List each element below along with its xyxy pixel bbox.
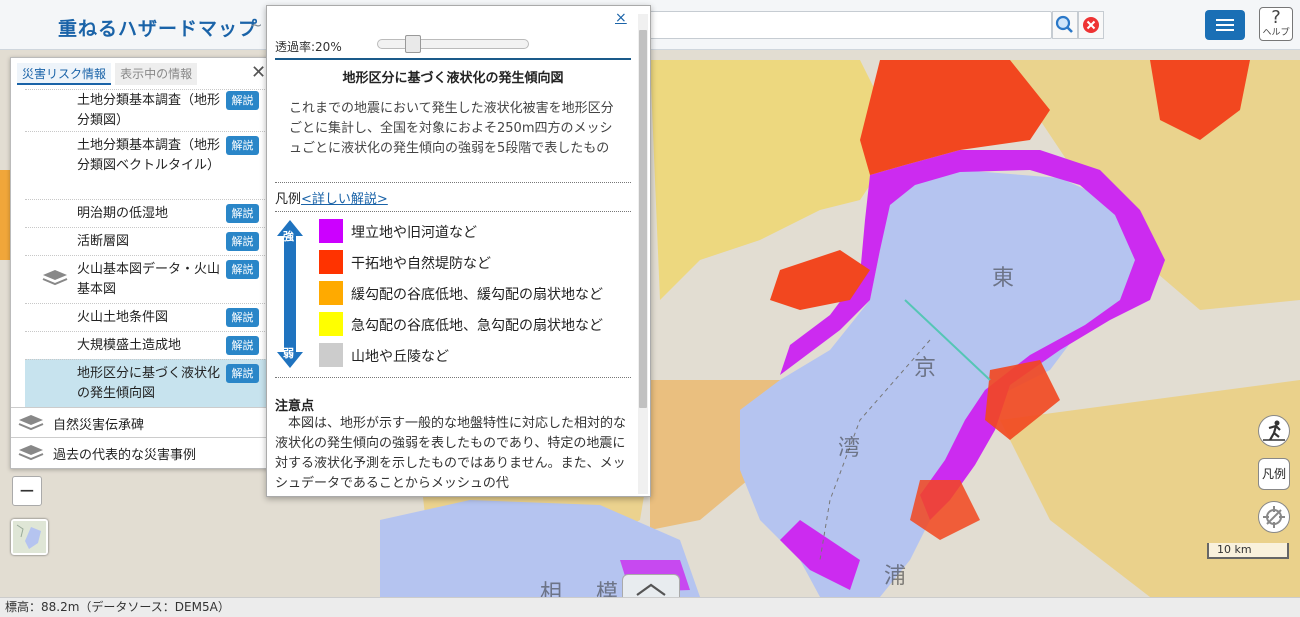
close-icon <box>1083 17 1099 33</box>
layer-label: 明治期の低湿地 <box>77 206 169 221</box>
map-thumbnail-icon <box>13 521 46 553</box>
popup-scrollbar[interactable] <box>638 14 648 494</box>
layer-label: 土地分類基本調査（地形分類図ベクトルタイル） <box>77 138 221 173</box>
layer-item-selected[interactable]: 地形区分に基づく液状化の発生傾向図 解説 <box>25 359 267 407</box>
map-label-bay: 湾 <box>838 436 861 461</box>
opacity-slider[interactable] <box>377 35 529 53</box>
legend-label: 凡例 <box>275 192 302 207</box>
arrow-label-strong: 強 <box>283 230 294 243</box>
explain-button[interactable]: 解説 <box>226 91 259 110</box>
scrollbar-thumb[interactable] <box>639 30 647 408</box>
popup-close-button[interactable]: × <box>615 10 627 26</box>
legend-item-label: 山地や丘陵など <box>351 349 449 365</box>
opacity-slider-handle[interactable] <box>405 35 421 53</box>
layer-item[interactable]: 大規模盛土造成地 解説 <box>25 331 267 359</box>
zoom-out-button[interactable]: − <box>12 476 42 506</box>
runner-icon <box>1263 420 1285 441</box>
menu-icon <box>1216 19 1234 21</box>
clear-search-button[interactable] <box>1078 11 1104 39</box>
title-divider <box>275 58 631 60</box>
map-label-ura: 浦 <box>884 564 907 589</box>
explain-button[interactable]: 解説 <box>226 232 259 251</box>
layer-label: 火山土地条件図 <box>77 310 169 325</box>
layers-icon <box>18 445 44 461</box>
disaster-risk-panel: 災害リスク情報 表示中の情報 ✕ 土地分類基本調査（地形分類図） 解説 土地分類… <box>10 57 270 469</box>
search-icon <box>1055 15 1073 33</box>
divider <box>275 377 631 378</box>
help-icon: ? <box>1271 7 1281 28</box>
legend-item-label: 干拓地や自然堤防など <box>351 256 491 272</box>
location-crosshair-icon <box>1263 506 1285 528</box>
elevation-status-bar: 標高：88.2m（データソース：DEM5A） <box>0 597 1300 617</box>
layer-list[interactable]: 土地分類基本調査（地形分類図） 解説 土地分類基本調査（地形分類図ベクトルタイル… <box>11 89 269 466</box>
app-title[interactable]: 重ねるハザードマップ <box>58 14 258 41</box>
layer-group-label: 過去の代表的な災害事例 <box>53 448 197 463</box>
menu-icon-bar <box>1216 29 1234 31</box>
layer-label: 地形区分に基づく液状化の発生傾向図 <box>77 366 221 401</box>
layer-label: 火山基本図データ・火山基本図 <box>77 262 221 297</box>
legend-swatch <box>319 343 343 367</box>
layer-item[interactable]: 明治期の低湿地 解説 <box>25 199 267 227</box>
menu-button[interactable] <box>1205 10 1245 40</box>
notes-text: 本図は、地形が示す一般的な地盤特性に対応した相対的な液状化の発生傾向の強弱を表し… <box>275 416 627 491</box>
map-label-east: 東 <box>992 266 1015 291</box>
layer-item[interactable]: 火山基本図データ・火山基本図 解説 <box>25 255 267 303</box>
explain-button[interactable]: 解説 <box>226 136 259 155</box>
map-label-capital: 京 <box>914 356 937 381</box>
legend-swatch <box>319 219 343 243</box>
layer-label: 大規模盛土造成地 <box>77 338 182 353</box>
layer-group[interactable]: 過去の代表的な災害事例 <box>11 437 269 466</box>
layer-group-label: 自然災害伝承碑 <box>53 418 145 433</box>
layer-item[interactable]: 火山土地条件図 解説 <box>25 303 267 331</box>
layers-icon <box>18 415 44 431</box>
legend-button[interactable]: 凡例 <box>1258 458 1290 490</box>
layers-icon <box>42 270 68 286</box>
legend-item-label: 急勾配の谷底低地、急勾配の扇状地など <box>351 318 603 334</box>
legend-swatch <box>319 312 343 336</box>
explain-button[interactable]: 解説 <box>226 260 259 279</box>
legend-item-label: 緩勾配の谷底低地、緩勾配の扇状地など <box>351 287 603 303</box>
basemap-switcher[interactable] <box>11 519 48 555</box>
notes-title: 注意点 <box>275 399 315 414</box>
layer-info-popup: × 透過率:20% 地形区分に基づく液状化の発生傾向図 これまでの地震において発… <box>266 5 651 497</box>
tab-disaster-risk[interactable]: 災害リスク情報 <box>17 63 112 85</box>
layer-item[interactable]: 土地分類基本調査（地形分類図ベクトルタイル） 解説 <box>25 131 267 199</box>
layer-label: 土地分類基本調査（地形分類図） <box>77 93 221 128</box>
opacity-label: 透過率:20% <box>275 40 342 54</box>
detail-link[interactable]: <詳しい解説> <box>301 192 388 207</box>
explain-button[interactable]: 解説 <box>226 364 259 383</box>
divider <box>275 211 631 212</box>
current-location-button[interactable] <box>1258 501 1290 533</box>
explain-button[interactable]: 解説 <box>226 336 259 355</box>
close-icon[interactable]: ✕ <box>251 62 266 83</box>
scale-bar: 10 km <box>1207 543 1289 559</box>
popup-title: 地形区分に基づく液状化の発生傾向図 <box>342 71 564 86</box>
tab-shown-info[interactable]: 表示中の情報 <box>115 63 198 85</box>
legend-item-label: 埋立地や旧河道など <box>351 225 477 241</box>
layer-item[interactable]: 活断層図 解説 <box>25 227 267 255</box>
walk-mode-button[interactable] <box>1258 415 1290 447</box>
tendency-orange-area-left <box>0 170 10 260</box>
divider <box>275 182 631 183</box>
explain-button[interactable]: 解説 <box>226 204 259 223</box>
layer-group[interactable]: 自然災害伝承碑 <box>11 407 269 437</box>
legend-heading: 凡例<詳しい解説> <box>275 188 388 207</box>
legend-swatch <box>319 250 343 274</box>
popup-description: これまでの地震において発生した液状化被害を地形区分ごとに集計し、全国を対象におよ… <box>289 101 614 156</box>
layer-label: 活断層図 <box>77 234 130 249</box>
menu-icon-bar <box>1216 24 1234 26</box>
layer-item[interactable]: 土地分類基本調査（地形分類図） 解説 <box>25 89 267 131</box>
help-button[interactable]: ? ヘルプ <box>1259 7 1293 41</box>
help-label: ヘルプ <box>1262 28 1290 38</box>
panel-tabs: 災害リスク情報 表示中の情報 <box>17 63 198 85</box>
legend-swatch <box>319 281 343 305</box>
arrow-label-weak: 弱 <box>283 347 294 360</box>
search-button[interactable] <box>1052 11 1078 39</box>
app-subtitle: ~ <box>250 16 263 34</box>
explain-button[interactable]: 解説 <box>226 308 259 327</box>
